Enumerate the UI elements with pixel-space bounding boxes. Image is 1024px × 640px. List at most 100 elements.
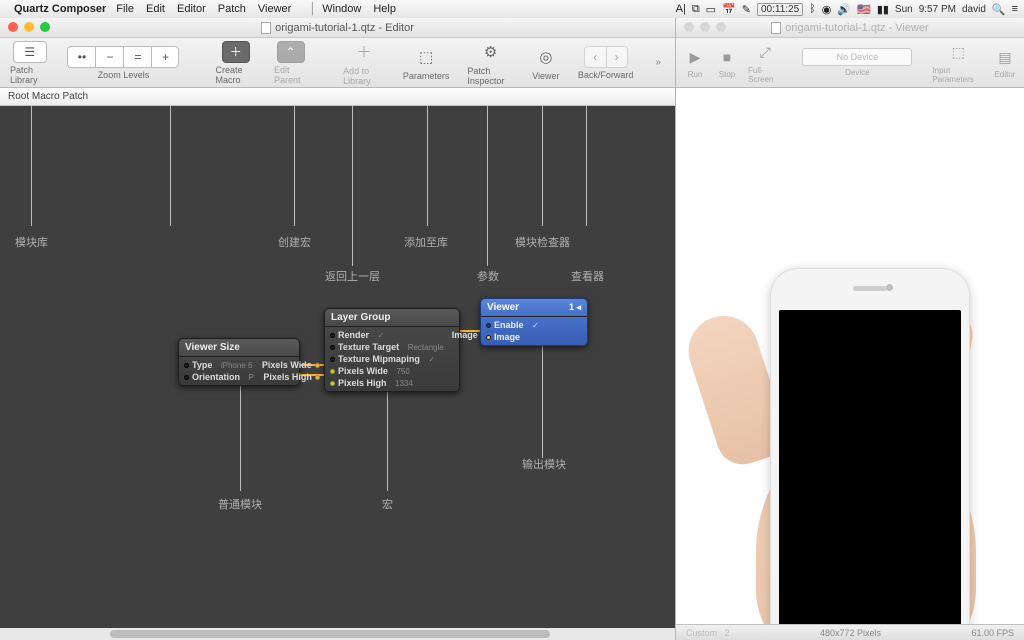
edit-parent-button: ⌃ Edit Parent xyxy=(274,41,307,85)
wifi-icon[interactable]: ◉ xyxy=(822,3,832,16)
back-forward-control[interactable]: ‹ › Back/Forward xyxy=(578,46,634,80)
breadcrumb-root[interactable]: Root Macro Patch xyxy=(8,91,88,102)
guide-line xyxy=(542,106,543,226)
status-fps: 61.00 FPS xyxy=(971,628,1014,638)
bluetooth-icon[interactable]: ᛒ xyxy=(809,3,816,15)
spotlight-icon[interactable]: 🔍 xyxy=(992,3,1006,16)
device-popup[interactable]: No Device xyxy=(802,48,912,66)
input-port[interactable] xyxy=(486,335,491,340)
notification-center-icon[interactable]: ≡ xyxy=(1012,3,1018,15)
parameters-button[interactable]: ⬚ Parameters xyxy=(403,45,450,81)
back-button: ‹ xyxy=(584,46,606,68)
app-menu[interactable]: Quartz Composer xyxy=(14,3,106,15)
clock-time[interactable]: 9:57 PM xyxy=(919,4,956,15)
input-port[interactable] xyxy=(184,363,189,368)
editor-toolbar: ☰ Patch Library •• − = + Zoom Levels ＋ C… xyxy=(0,38,675,88)
menu-edit[interactable]: Edit xyxy=(146,3,165,15)
editor-titlebar[interactable]: origami-tutorial-1.qtz - Editor xyxy=(0,18,675,38)
phone-screen[interactable] xyxy=(779,310,961,624)
timer-status[interactable]: 00:11:25 xyxy=(757,3,803,16)
stop-button[interactable]: ■ Stop xyxy=(716,46,738,79)
canvas-label: 模块库 xyxy=(15,234,48,250)
close-icon[interactable] xyxy=(8,22,18,32)
horizontal-scrollbar[interactable] xyxy=(0,628,675,640)
device-selector[interactable]: No Device Device xyxy=(802,48,912,77)
guide-line xyxy=(542,338,543,458)
patch-inspector-button[interactable]: ⚙ Patch Inspector xyxy=(467,40,514,86)
zoom-icon[interactable] xyxy=(40,22,50,32)
zoom-in-button[interactable]: + xyxy=(151,46,179,68)
battery-icon[interactable]: ▮▮ xyxy=(877,3,889,16)
zoom-actual-button[interactable]: = xyxy=(123,46,151,68)
menu-editor[interactable]: Editor xyxy=(177,3,206,15)
canvas-label: 创建宏 xyxy=(278,234,311,250)
status-pixels: 480x772 Pixels xyxy=(820,628,881,638)
fullscreen-button[interactable]: ⤢ Full-Screen xyxy=(748,42,782,84)
minimize-icon[interactable] xyxy=(700,22,710,32)
list-icon: ☰ xyxy=(24,45,35,59)
evernote-icon[interactable]: ✎ xyxy=(742,3,751,16)
volume-icon[interactable]: 🔊 xyxy=(837,3,851,16)
input-port[interactable] xyxy=(184,375,189,380)
zoom-icon[interactable] xyxy=(716,22,726,32)
editor-button[interactable]: ▤ Editor xyxy=(994,46,1016,79)
input-port[interactable] xyxy=(330,333,335,338)
viewer-traffic-lights[interactable] xyxy=(684,22,726,32)
hand-holding-phone xyxy=(696,244,1016,624)
breadcrumb[interactable]: Root Macro Patch xyxy=(0,88,675,106)
clock-day[interactable]: Sun xyxy=(895,4,913,15)
zoom-fit-button[interactable]: •• xyxy=(67,46,95,68)
phone-camera xyxy=(886,284,893,291)
input-port[interactable] xyxy=(330,369,335,374)
input-port[interactable] xyxy=(330,345,335,350)
canvas-label: 宏 xyxy=(382,496,393,512)
canvas-label: 参数 xyxy=(477,268,499,284)
patch-layer-group[interactable]: Layer Group Render ✓ Texture Target Rect… xyxy=(324,308,460,392)
editor-traffic-lights[interactable] xyxy=(8,22,50,32)
menubar: Quartz Composer File Edit Editor Patch V… xyxy=(0,0,1024,18)
close-icon[interactable] xyxy=(684,22,694,32)
menu-window[interactable]: Window xyxy=(322,3,361,15)
menu-viewer[interactable]: Viewer xyxy=(258,3,291,15)
plus-thin-icon: ＋ xyxy=(356,41,371,62)
output-port[interactable] xyxy=(315,375,320,380)
sliders-icon: ⬚ xyxy=(419,48,433,66)
patch-viewer-size[interactable]: Viewer Size Type iPhone 6 Orientation P … xyxy=(178,338,300,386)
display-icon[interactable]: ▭ xyxy=(706,3,716,16)
editor-window: origami-tutorial-1.qtz - Editor ☰ Patch … xyxy=(0,18,676,640)
patch-library-button[interactable]: ☰ Patch Library xyxy=(10,41,49,85)
viewer-status-bar: Custom 2 480x772 Pixels 61.00 FPS xyxy=(676,624,1024,640)
patch-title: Layer Group xyxy=(325,309,459,327)
scrollbar-thumb[interactable] xyxy=(110,630,550,638)
calendar-icon[interactable]: 📅 xyxy=(722,3,736,16)
patch-title: Viewer Size xyxy=(179,339,299,357)
run-button[interactable]: ▶ Run xyxy=(684,46,706,79)
zoom-out-button[interactable]: − xyxy=(95,46,123,68)
canvas-label: 返回上一层 xyxy=(325,268,380,284)
user-name[interactable]: david xyxy=(962,4,986,15)
input-parameters-button[interactable]: ⬚ Input Parameters xyxy=(932,42,984,84)
menu-patch[interactable]: Patch xyxy=(218,3,246,15)
canvas-label: 模块检查器 xyxy=(515,234,570,250)
create-macro-button[interactable]: ＋ Create Macro xyxy=(215,41,256,85)
zoom-levels-control[interactable]: •• − = + Zoom Levels xyxy=(67,46,179,80)
guide-line xyxy=(487,106,488,266)
menu-file[interactable]: File xyxy=(116,3,134,15)
input-port[interactable] xyxy=(330,381,335,386)
input-port[interactable] xyxy=(330,357,335,362)
guide-line xyxy=(240,381,241,491)
minimize-icon[interactable] xyxy=(24,22,34,32)
toolbar-overflow-icon[interactable]: » xyxy=(651,57,665,68)
output-port[interactable] xyxy=(315,363,320,368)
status-zoom: 2 xyxy=(725,628,730,638)
add-to-library-button: ＋ Add to Library xyxy=(343,40,385,86)
tray-icon[interactable]: ⧉ xyxy=(692,3,700,16)
adobe-icon[interactable]: A| xyxy=(676,3,686,15)
menu-help[interactable]: Help xyxy=(373,3,396,15)
flag-icon[interactable]: 🇺🇸 xyxy=(857,3,871,16)
editor-canvas[interactable]: 模块库 创建宏 添加至库 模块检查器 返回上一层 参数 查看器 输出模块 普通模… xyxy=(0,106,675,628)
viewer-button[interactable]: ◎ Viewer xyxy=(532,45,560,81)
patch-viewer[interactable]: Viewer 1 ◂ Enable ✓ Image xyxy=(480,298,588,346)
viewer-titlebar[interactable]: origami-tutorial-1.qtz - Viewer xyxy=(676,18,1024,38)
input-port[interactable] xyxy=(486,323,491,328)
